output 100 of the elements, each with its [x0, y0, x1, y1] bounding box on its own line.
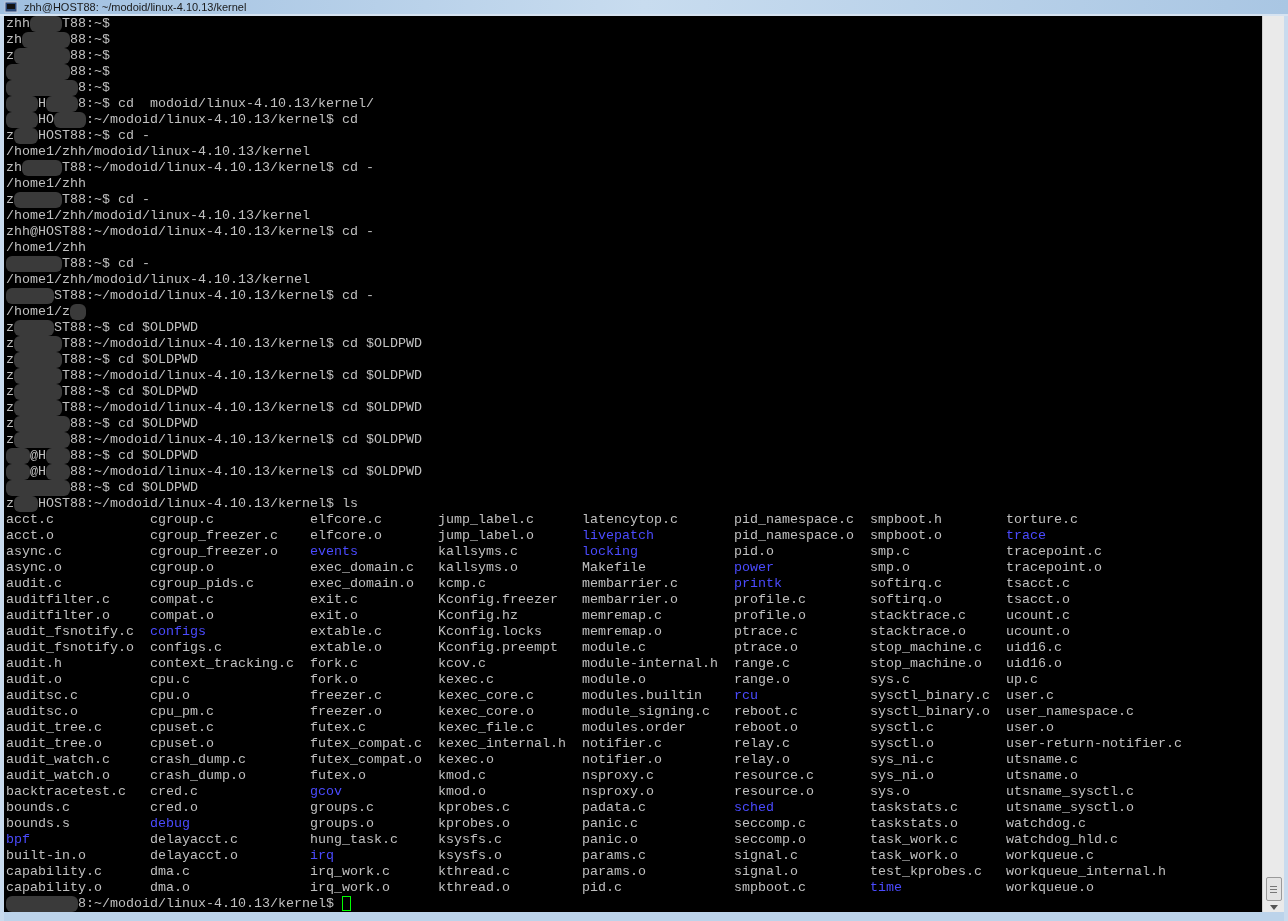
- file-name: user.o: [1006, 720, 1054, 735]
- file-name: jump_label.o: [438, 528, 534, 543]
- terminal-text: T88:~/modoid/linux-4.10.13/kernel$ cd $OLDPWD: [62, 368, 422, 383]
- scrollbar-thumb[interactable]: [1265, 877, 1282, 901]
- redaction-blur: [6, 896, 78, 912]
- file-name: reboot.o: [734, 720, 798, 735]
- terminal-text: z: [6, 128, 14, 143]
- file-name: modules.order: [582, 720, 686, 735]
- terminal-text: 88:~$ cd $OLDPWD: [70, 416, 198, 431]
- file-name: module.o: [582, 672, 646, 687]
- file-name: smpboot.c: [734, 880, 806, 895]
- file-name: delayacct.o: [150, 848, 238, 863]
- terminal-text: z: [6, 496, 14, 511]
- redaction-blur: [22, 160, 62, 176]
- file-name: context_tracking.c: [150, 656, 294, 671]
- file-name: audit_tree.o: [6, 736, 102, 751]
- file-name: seccomp.c: [734, 816, 806, 831]
- terminal-text: 88:~$ cd $OLDPWD: [70, 448, 198, 463]
- file-name: cgroup_pids.c: [150, 576, 254, 591]
- terminal-text: T88:~$ cd -: [62, 192, 150, 207]
- terminal-text: z: [6, 384, 14, 399]
- redaction-blur: [14, 128, 38, 144]
- file-name: fork.o: [310, 672, 358, 687]
- redaction-blur: [70, 304, 86, 320]
- terminal-text: z: [6, 192, 14, 207]
- file-name: Kconfig.freezer: [438, 592, 558, 607]
- file-name: uid16.c: [1006, 640, 1062, 655]
- file-name: kcov.c: [438, 656, 486, 671]
- file-name: futex.c: [310, 720, 366, 735]
- file-name: module-internal.h: [582, 656, 718, 671]
- file-name: watchdog.c: [1006, 816, 1086, 831]
- file-name: futex_compat.o: [310, 752, 422, 767]
- file-name: user.c: [1006, 688, 1054, 703]
- file-name: locking: [582, 544, 638, 559]
- file-name: resource.c: [734, 768, 814, 783]
- file-name: pid.c: [582, 880, 622, 895]
- file-name: backtracetest.c: [6, 784, 126, 799]
- file-name: latencytop.c: [582, 512, 678, 527]
- scroll-down-arrow-icon[interactable]: [1269, 905, 1278, 910]
- scrollbar[interactable]: [1262, 16, 1284, 912]
- terminal-text: T88:~$ cd $OLDPWD: [62, 384, 198, 399]
- file-name: capability.c: [6, 864, 102, 879]
- file-name: kthread.o: [438, 880, 510, 895]
- file-name: smpboot.h: [870, 512, 942, 527]
- terminal-text: /home1/z: [6, 304, 70, 319]
- terminal-text: z: [6, 336, 14, 351]
- file-name: kprobes.c: [438, 800, 510, 815]
- file-name: relay.o: [734, 752, 790, 767]
- file-name: memremap.c: [582, 608, 662, 623]
- file-name: nsproxy.c: [582, 768, 654, 783]
- terminal-text: z: [6, 320, 14, 335]
- file-name: smp.o: [870, 560, 910, 575]
- file-name: stacktrace.c: [870, 608, 966, 623]
- file-name: futex.o: [310, 768, 366, 783]
- file-name: relay.c: [734, 736, 790, 751]
- file-name: cpu.o: [150, 688, 190, 703]
- file-name: time: [870, 880, 902, 895]
- terminal-text: z: [6, 352, 14, 367]
- file-name: irq_work.c: [310, 864, 390, 879]
- file-name: audit.o: [6, 672, 62, 687]
- redaction-blur: [6, 112, 38, 128]
- terminal-text: HOST88:~$ cd -: [38, 128, 150, 143]
- file-name: power: [734, 560, 774, 575]
- terminal-text: HO: [38, 112, 54, 127]
- file-name: kprobes.o: [438, 816, 510, 831]
- file-name: stop_machine.o: [870, 656, 982, 671]
- file-name: nsproxy.o: [582, 784, 654, 799]
- file-name: module_signing.c: [582, 704, 710, 719]
- file-name: ucount.o: [1006, 624, 1070, 639]
- file-name: kcmp.c: [438, 576, 486, 591]
- terminal-text: zhh@HOST88:~/modoid/linux-4.10.13/kernel$ cd -: [6, 224, 374, 239]
- file-name: livepatch: [582, 528, 654, 543]
- terminal-text: zh: [6, 160, 22, 175]
- file-name: reboot.c: [734, 704, 798, 719]
- file-name: ucount.c: [1006, 608, 1070, 623]
- file-name: modules.builtin: [582, 688, 702, 703]
- redaction-blur: [14, 320, 54, 336]
- file-name: watchdog_hld.c: [1006, 832, 1118, 847]
- file-name: extable.o: [310, 640, 382, 655]
- file-name: kexec_internal.h: [438, 736, 566, 751]
- file-name: irq: [310, 848, 334, 863]
- file-name: gcov: [310, 784, 342, 799]
- file-name: memremap.o: [582, 624, 662, 639]
- file-name: kallsyms.c: [438, 544, 518, 559]
- file-name: stacktrace.o: [870, 624, 966, 639]
- file-name: range.o: [734, 672, 790, 687]
- terminal-text: @H: [30, 464, 46, 479]
- file-name: bpf: [6, 832, 30, 847]
- file-name: cgroup.c: [150, 512, 214, 527]
- file-name: exit.c: [310, 592, 358, 607]
- terminal-text: 8:~/modoid/linux-4.10.13/kernel$: [78, 896, 334, 912]
- file-name: elfcore.o: [310, 528, 382, 543]
- file-name: sys_ni.o: [870, 768, 934, 783]
- file-name: audit.c: [6, 576, 62, 591]
- file-name: kexec.c: [438, 672, 494, 687]
- file-name: auditsc.o: [6, 704, 78, 719]
- file-name: padata.c: [582, 800, 646, 815]
- terminal-text: ST88:~/modoid/linux-4.10.13/kernel$ cd -: [54, 288, 374, 303]
- terminal-text: H: [38, 96, 46, 111]
- file-name: auditfilter.c: [6, 592, 110, 607]
